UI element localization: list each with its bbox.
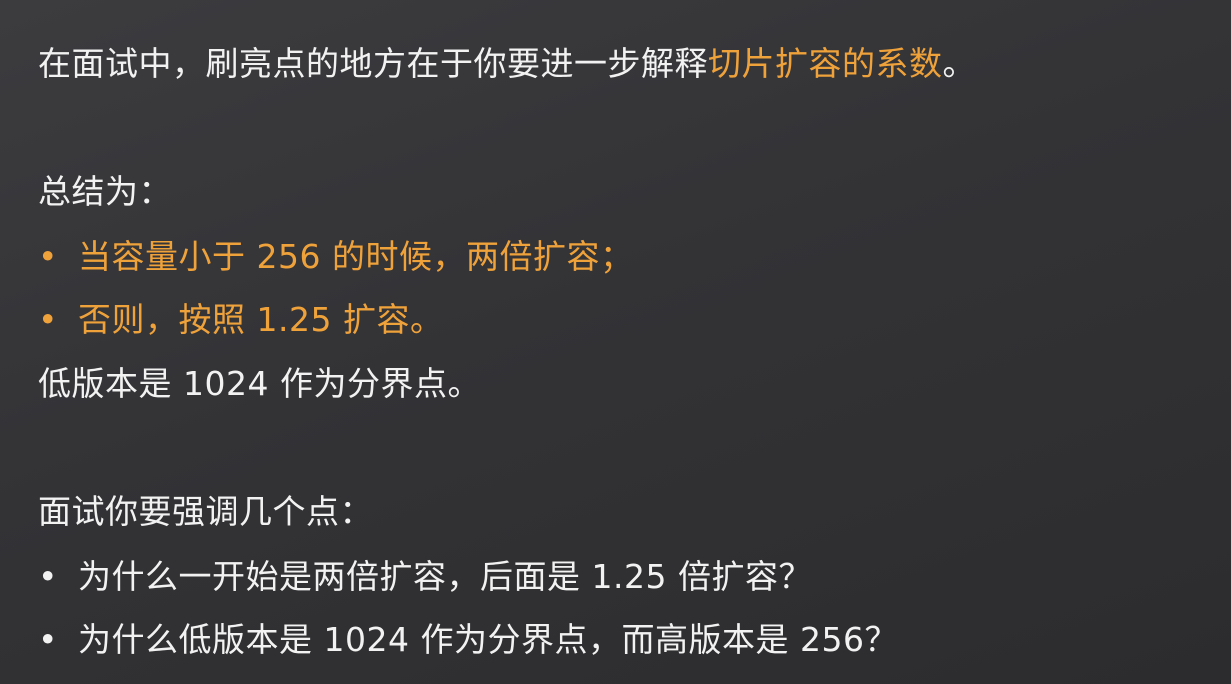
bullet-dot-icon: • [38,620,58,659]
slide-content: 在面试中，刷亮点的地方在于你要进一步解释切片扩容的系数。 总结为： • 当容量小于… [38,0,1218,684]
summary-bullet-2-text: 否则，按照 1.25 扩容。 [78,300,444,339]
emphasis-bullet-1: • 为什么一开始是两倍扩容，后面是 1.25 倍扩容？ [38,555,812,599]
summary-bullet-2: • 否则，按照 1.25 扩容。 [38,298,443,342]
intro-paragraph: 在面试中，刷亮点的地方在于你要进一步解释切片扩容的系数。 [38,42,976,86]
emphasis-bullet-1-text: 为什么一开始是两倍扩容，后面是 1.25 倍扩容？ [78,557,812,596]
intro-highlight: 切片扩容的系数 [708,44,943,83]
summary-bullet-1: • 当容量小于 256 的时候，两倍扩容； [38,235,633,279]
summary-bullet-1-text: 当容量小于 256 的时候，两倍扩容； [78,237,634,276]
summary-note: 低版本是 1024 作为分界点。 [38,364,481,403]
bullet-dot-icon: • [38,237,58,276]
intro-text: 在面试中，刷亮点的地方在于你要进一步解释 [38,44,708,83]
intro-period: 。 [942,44,976,83]
bullet-dot-icon: • [38,557,58,596]
emphasis-bullet-2: • 为什么低版本是 1024 作为分界点，而高版本是 256？ [38,618,898,662]
bullet-dot-icon: • [38,300,58,339]
emphasis-heading: 面试你要强调几个点： [38,492,373,531]
summary-heading: 总结为： [38,172,172,211]
emphasis-bullet-2-text: 为什么低版本是 1024 作为分界点，而高版本是 256？ [78,620,898,659]
